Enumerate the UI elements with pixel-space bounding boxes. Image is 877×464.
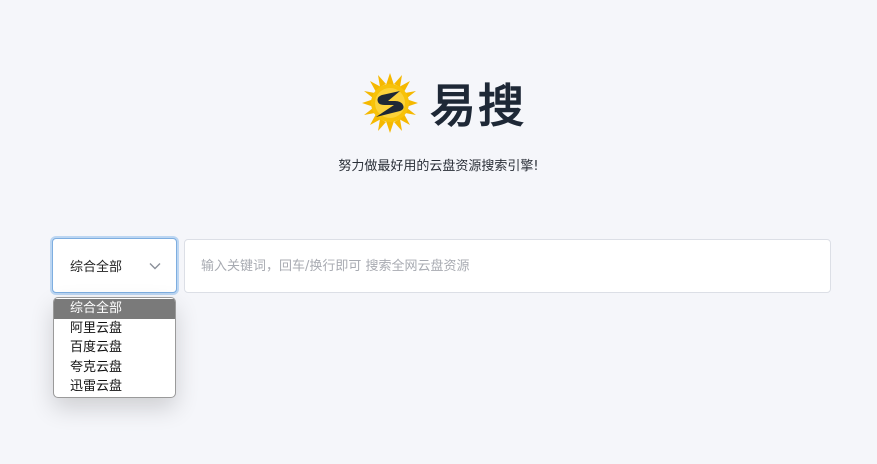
option-all[interactable]: 综合全部 [54, 299, 175, 319]
brand-name: 易搜 [430, 79, 526, 133]
slogan-text: 努力做最好用的云盘资源搜索引擎! [338, 159, 539, 174]
category-dropdown-list: 综合全部 阿里云盘 百度云盘 夸克云盘 迅雷云盘 [53, 297, 176, 398]
option-aliyun[interactable]: 阿里云盘 [54, 319, 175, 339]
option-xunlei[interactable]: 迅雷云盘 [54, 377, 175, 397]
option-quark[interactable]: 夸克云盘 [54, 358, 175, 378]
brand-header: 易搜 [360, 70, 526, 136]
lightning-s-logo-icon [362, 73, 418, 133]
chevron-down-icon [149, 263, 161, 270]
category-select-value: 综合全部 [70, 260, 123, 275]
category-select[interactable]: 综合全部 [52, 238, 177, 293]
search-input[interactable] [184, 239, 831, 293]
search-page: 易搜 努力做最好用的云盘资源搜索引擎! 综合全部 综合全部 阿里云盘 百度云盘 … [0, 0, 877, 464]
option-baidu[interactable]: 百度云盘 [54, 338, 175, 358]
